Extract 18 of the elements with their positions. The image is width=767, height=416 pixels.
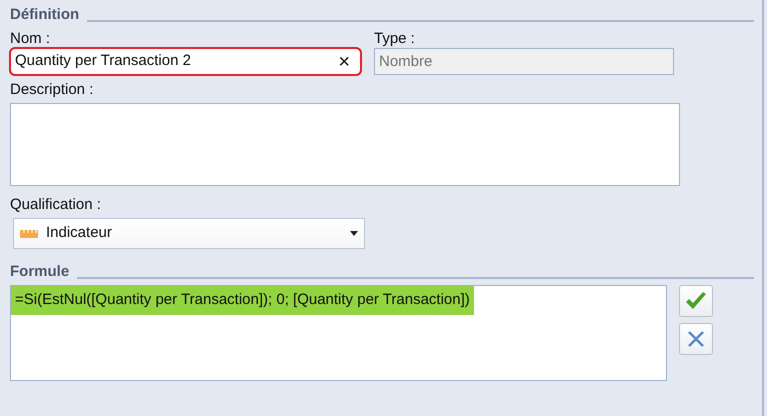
clear-icon[interactable]: × <box>332 52 356 72</box>
formula-text: =Si(EstNul([Quantity per Transaction]); 0; [Quantity per Transaction]) <box>11 286 474 314</box>
caret-icon <box>350 231 358 236</box>
name-field[interactable]: Quantity per Transaction 2 × <box>10 48 361 75</box>
field-label: Qualification : <box>10 196 101 213</box>
section-title: Définition <box>10 6 80 24</box>
section-title: Formule <box>10 263 70 281</box>
field-label: Description : <box>10 81 94 98</box>
description-field[interactable] <box>10 103 680 186</box>
cancel-button[interactable] <box>679 323 713 355</box>
field-label: Nom : <box>10 30 50 47</box>
ruler-icon <box>20 230 38 238</box>
qualification-dropdown[interactable]: Indicateur <box>13 218 365 249</box>
close-icon <box>686 329 706 349</box>
field-label: Type : <box>374 30 415 47</box>
formula-field[interactable]: =Si(EstNul([Quantity per Transaction]); 0; [Quantity per Transaction]) <box>10 285 667 381</box>
check-icon <box>684 291 708 311</box>
confirm-button[interactable] <box>679 285 713 317</box>
